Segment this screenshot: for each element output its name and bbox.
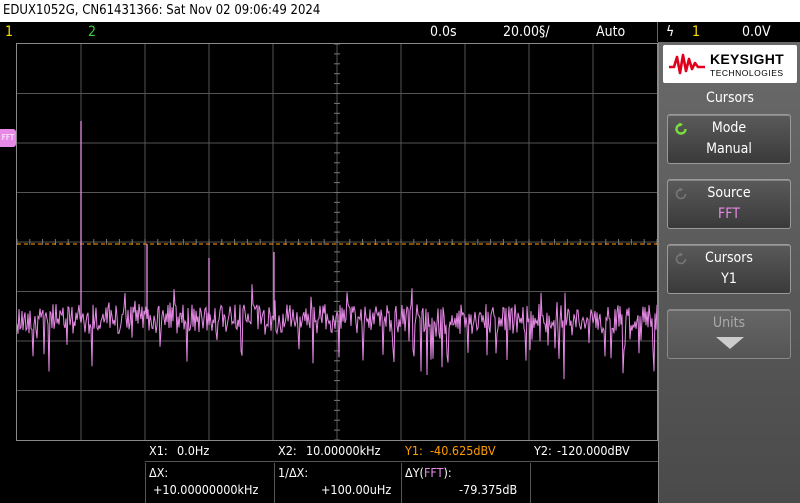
- status-divider: [657, 22, 658, 42]
- waveform-display[interactable]: [16, 43, 658, 441]
- graticule-svg: [17, 44, 657, 440]
- trigger-mode: Auto: [596, 24, 626, 40]
- x1-label: X1:: [149, 443, 168, 458]
- cursors-label: Cursors: [705, 250, 753, 266]
- cursors-value: Y1: [721, 271, 737, 287]
- x2-value: 10.00000kHz: [306, 443, 381, 458]
- y1-label: Y1:: [405, 443, 423, 458]
- x1-value: 0.0Hz: [177, 443, 210, 458]
- trigger-level: 0.0V: [742, 24, 771, 40]
- trigger-channel: 1: [692, 24, 701, 40]
- menu-title: Cursors: [706, 90, 754, 106]
- brand-name: KEYSIGHT: [710, 51, 784, 67]
- delta-y-suffix: ):: [443, 465, 452, 480]
- channel-1-indicator[interactable]: 1: [5, 22, 13, 42]
- channel-2-indicator[interactable]: 2: [88, 22, 96, 42]
- cursor-readout: X1: 0.0Hz X2: 10.00000kHz Y1: -40.625dBV…: [0, 441, 658, 503]
- mode-softkey[interactable]: Mode Manual: [667, 114, 791, 164]
- cursors-softkey[interactable]: Cursors Y1: [667, 244, 791, 294]
- inverse-delta-x-value: +100.00uHz: [321, 482, 392, 497]
- time-delay: 0.0s: [430, 24, 457, 40]
- source-value: FFT: [718, 206, 740, 222]
- submenu-arrow-icon: [716, 337, 744, 349]
- delta-x-value: +10.00000000kHz: [153, 482, 259, 497]
- y2-label: Y2:: [534, 443, 552, 458]
- time-scale: 20.00§/: [503, 24, 550, 40]
- readout-divider: [145, 461, 658, 462]
- softkey-panel: KEYSIGHT TECHNOLOGIES Cursors Mode Manua…: [658, 42, 800, 503]
- units-label: Units: [712, 315, 746, 331]
- y2-value: -120.000dBV: [557, 443, 630, 458]
- source-label: Source: [707, 185, 751, 201]
- delta-y-label: ΔY(FFT):: [405, 465, 452, 480]
- delta-y-prefix: ΔY(: [405, 465, 424, 480]
- delta-y-value: -79.375dB: [459, 482, 518, 497]
- y1-value: -40.625dBV: [430, 443, 496, 458]
- readout-divider: [401, 463, 402, 503]
- delta-y-source: FFT: [423, 465, 444, 480]
- brand-subtitle: TECHNOLOGIES: [710, 68, 784, 78]
- mode-label: Mode: [711, 120, 747, 136]
- keysight-wave-icon: [669, 53, 705, 75]
- inverse-delta-x-label: 1/ΔX:: [278, 465, 309, 480]
- units-softkey[interactable]: Units: [667, 309, 791, 359]
- delta-x-label: ΔX:: [149, 465, 169, 480]
- trigger-edge-icon: ϟ: [666, 24, 675, 40]
- status-bar: 1 2 0.0s 20.00§/ Auto ϟ 1 0.0V: [0, 22, 800, 42]
- fft-ground-marker: FFT: [0, 129, 16, 147]
- source-softkey[interactable]: Source FFT: [667, 179, 791, 229]
- readout-divider: [145, 463, 146, 503]
- readout-divider: [274, 463, 275, 503]
- mode-value: Manual: [706, 141, 752, 157]
- window-title: EDUX1052G, CN61431366: Sat Nov 02 09:06:…: [0, 0, 800, 22]
- x2-label: X2:: [278, 443, 297, 458]
- readout-divider: [530, 463, 531, 503]
- keysight-logo: KEYSIGHT TECHNOLOGIES: [663, 45, 797, 83]
